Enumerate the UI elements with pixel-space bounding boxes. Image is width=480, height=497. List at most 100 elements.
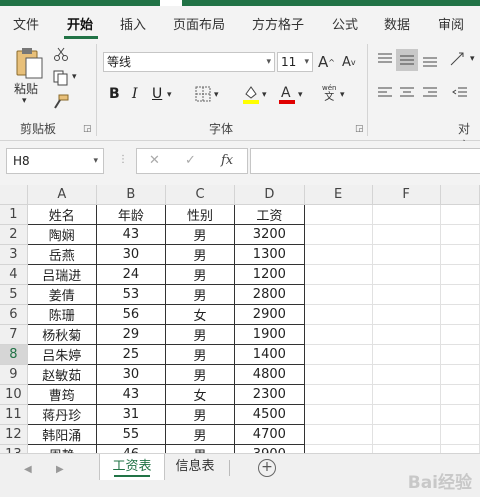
- data-cell[interactable]: 女: [165, 304, 236, 325]
- column-header-e[interactable]: E: [304, 185, 373, 205]
- format-painter-icon[interactable]: [52, 94, 70, 110]
- empty-cell[interactable]: [304, 364, 373, 385]
- column-header-f[interactable]: F: [372, 185, 441, 205]
- data-cell[interactable]: 男: [165, 364, 236, 385]
- data-cell[interactable]: 吕朱婷: [26, 344, 97, 365]
- copy-dropdown-icon[interactable]: ▾: [72, 72, 77, 82]
- empty-cell[interactable]: [440, 264, 480, 285]
- header-cell[interactable]: 工资: [234, 204, 305, 225]
- add-sheet-button[interactable]: +: [258, 459, 276, 477]
- data-cell[interactable]: 3900: [234, 444, 305, 453]
- data-cell[interactable]: 2900: [234, 304, 305, 325]
- data-cell[interactable]: 43: [96, 224, 166, 245]
- data-cell[interactable]: 31: [96, 404, 166, 425]
- data-cell[interactable]: 男: [165, 224, 236, 245]
- borders-icon[interactable]: [195, 86, 211, 102]
- shrink-font-button[interactable]: Av: [342, 55, 356, 70]
- empty-cell[interactable]: [440, 424, 480, 445]
- data-cell[interactable]: 蒋丹珍: [26, 404, 97, 425]
- font-color-icon[interactable]: A: [278, 84, 296, 104]
- empty-cell[interactable]: [304, 444, 373, 453]
- empty-cell[interactable]: [304, 204, 373, 225]
- row-header[interactable]: 1: [0, 204, 28, 225]
- row-header[interactable]: 12: [0, 424, 28, 445]
- empty-cell[interactable]: [372, 444, 441, 453]
- data-cell[interactable]: 30: [96, 244, 166, 265]
- row-header[interactable]: 6: [0, 304, 28, 325]
- data-cell[interactable]: 曹筠: [26, 384, 97, 405]
- name-box[interactable]: H8 ▾: [6, 148, 104, 174]
- data-cell[interactable]: 1400: [234, 344, 305, 365]
- column-header-b[interactable]: B: [96, 185, 166, 205]
- tab-fangfang[interactable]: 方方格子: [252, 14, 304, 33]
- underline-button[interactable]: U: [152, 86, 162, 102]
- font-name-select[interactable]: 等线 ▾: [103, 52, 275, 72]
- data-cell[interactable]: 46: [96, 444, 166, 453]
- sheet-scroll-right-icon[interactable]: ▶: [56, 464, 64, 475]
- data-cell[interactable]: 吕瑞进: [26, 264, 97, 285]
- empty-cell[interactable]: [372, 324, 441, 345]
- sheet-tab-info[interactable]: 信息表: [164, 454, 226, 480]
- data-cell[interactable]: 陈珊: [26, 304, 97, 325]
- empty-cell[interactable]: [372, 384, 441, 405]
- empty-cell[interactable]: [304, 284, 373, 305]
- header-cell[interactable]: 年龄: [96, 204, 166, 225]
- font-color-dropdown-icon[interactable]: ▾: [298, 90, 303, 100]
- column-header-g[interactable]: [440, 185, 480, 205]
- data-cell[interactable]: 2300: [234, 384, 305, 405]
- empty-cell[interactable]: [304, 304, 373, 325]
- data-cell[interactable]: 29: [96, 324, 166, 345]
- data-cell[interactable]: 30: [96, 364, 166, 385]
- row-header[interactable]: 2: [0, 224, 28, 245]
- empty-cell[interactable]: [440, 304, 480, 325]
- data-cell[interactable]: 男: [165, 244, 236, 265]
- empty-cell[interactable]: [304, 424, 373, 445]
- align-middle-icon[interactable]: [399, 53, 415, 67]
- data-cell[interactable]: 赵敏茹: [26, 364, 97, 385]
- empty-cell[interactable]: [440, 364, 480, 385]
- data-cell[interactable]: 男: [165, 264, 236, 285]
- data-cell[interactable]: 1900: [234, 324, 305, 345]
- italic-button[interactable]: I: [132, 86, 138, 102]
- empty-cell[interactable]: [440, 204, 480, 225]
- row-header[interactable]: 10: [0, 384, 28, 405]
- font-size-select[interactable]: 11 ▾: [277, 52, 313, 72]
- sheet-tab-salary[interactable]: 工资表: [99, 454, 165, 480]
- data-cell[interactable]: 4500: [234, 404, 305, 425]
- fill-color-dropdown-icon[interactable]: ▾: [262, 90, 267, 100]
- empty-cell[interactable]: [304, 404, 373, 425]
- data-cell[interactable]: 4700: [234, 424, 305, 445]
- header-cell[interactable]: 姓名: [26, 204, 97, 225]
- row-header[interactable]: 3: [0, 244, 28, 265]
- row-header[interactable]: 13: [0, 444, 28, 453]
- paste-label[interactable]: 粘贴: [14, 80, 38, 97]
- data-cell[interactable]: 男: [165, 404, 236, 425]
- data-cell[interactable]: 43: [96, 384, 166, 405]
- data-cell[interactable]: 岳燕: [26, 244, 97, 265]
- empty-cell[interactable]: [372, 244, 441, 265]
- tab-file[interactable]: 文件: [13, 14, 39, 33]
- data-cell[interactable]: 周静: [26, 444, 97, 453]
- empty-cell[interactable]: [440, 284, 480, 305]
- empty-cell[interactable]: [440, 404, 480, 425]
- phonetic-guide-icon[interactable]: wén 文: [322, 84, 336, 103]
- empty-cell[interactable]: [304, 384, 373, 405]
- data-cell[interactable]: 陶娴: [26, 224, 97, 245]
- empty-cell[interactable]: [440, 444, 480, 453]
- borders-dropdown-icon[interactable]: ▾: [214, 90, 219, 100]
- row-header[interactable]: 9: [0, 364, 28, 385]
- data-cell[interactable]: 2800: [234, 284, 305, 305]
- empty-cell[interactable]: [372, 284, 441, 305]
- data-cell[interactable]: 男: [165, 424, 236, 445]
- copy-icon[interactable]: [52, 70, 70, 86]
- data-cell[interactable]: 53: [96, 284, 166, 305]
- align-right-icon[interactable]: [422, 86, 438, 100]
- header-cell[interactable]: 性别: [165, 204, 236, 225]
- align-top-icon[interactable]: [377, 52, 393, 66]
- underline-dropdown-icon[interactable]: ▾: [167, 90, 172, 100]
- empty-cell[interactable]: [372, 224, 441, 245]
- select-all-corner[interactable]: [0, 185, 28, 205]
- column-header-a[interactable]: A: [27, 185, 97, 205]
- data-cell[interactable]: 4800: [234, 364, 305, 385]
- data-cell[interactable]: 3200: [234, 224, 305, 245]
